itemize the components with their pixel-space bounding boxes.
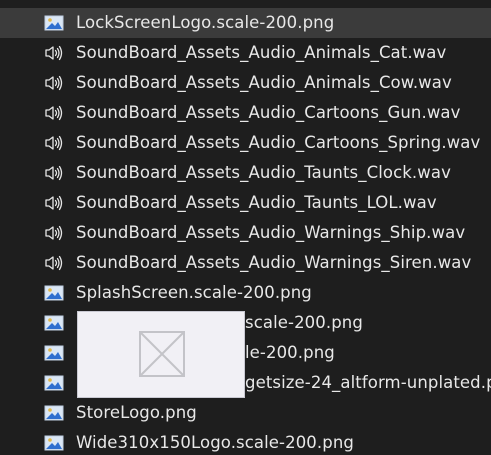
- image-file-icon: [44, 285, 64, 301]
- file-row-storelogo[interactable]: StoreLogo.png: [0, 398, 491, 428]
- file-name: Wide310x150Logo.scale-200.png: [76, 433, 354, 452]
- file-name: scale-200.png: [245, 313, 363, 332]
- image-file-icon: [44, 315, 64, 331]
- file-row-image[interactable]: le-200.png: [0, 338, 491, 368]
- image-file-icon: [44, 435, 64, 451]
- file-name: SplashScreen.scale-200.png: [76, 283, 312, 302]
- file-name: SoundBoard_Assets_Audio_Warnings_Ship.wa…: [76, 223, 466, 242]
- file-row-audio[interactable]: SoundBoard_Assets_Audio_Warnings_Siren.w…: [0, 248, 491, 278]
- image-file-icon: [44, 375, 64, 391]
- audio-file-icon: [45, 165, 63, 181]
- file-name: LockScreenLogo.scale-200.png: [76, 13, 335, 32]
- file-name: SoundBoard_Assets_Audio_Animals_Cow.wav: [76, 73, 452, 92]
- file-name: StoreLogo.png: [76, 403, 197, 422]
- image-file-icon: [44, 405, 64, 421]
- audio-file-icon: [45, 105, 63, 121]
- file-row-audio[interactable]: SoundBoard_Assets_Audio_Cartoons_Spring.…: [0, 128, 491, 158]
- file-name: getsize-24_altform-unplated.pn: [245, 373, 491, 392]
- audio-file-icon: [45, 225, 63, 241]
- audio-file-icon: [45, 45, 63, 61]
- file-row-audio[interactable]: SoundBoard_Assets_Audio_Cartoons_Gun.wav: [0, 98, 491, 128]
- file-row-audio[interactable]: SoundBoard_Assets_Audio_Warnings_Ship.wa…: [0, 218, 491, 248]
- file-row-image[interactable]: getsize-24_altform-unplated.pn: [0, 368, 491, 398]
- file-row-audio[interactable]: SoundBoard_Assets_Audio_Taunts_Clock.wav: [0, 158, 491, 188]
- file-name: SoundBoard_Assets_Audio_Animals_Cat.wav: [76, 43, 447, 62]
- file-row-lockscreenlogo[interactable]: LockScreenLogo.scale-200.png: [0, 8, 491, 38]
- solution-explorer-file-list: LockScreenLogo.scale-200.png SoundBoard_…: [0, 0, 491, 455]
- file-name: le-200.png: [245, 343, 335, 362]
- image-preview-tooltip: [77, 311, 245, 398]
- audio-file-icon: [45, 255, 63, 271]
- file-row-splashscreen[interactable]: SplashScreen.scale-200.png: [0, 278, 491, 308]
- file-row-image[interactable]: scale-200.png: [0, 308, 491, 338]
- file-name: SoundBoard_Assets_Audio_Taunts_Clock.wav: [76, 163, 451, 182]
- file-row-audio[interactable]: SoundBoard_Assets_Audio_Animals_Cow.wav: [0, 68, 491, 98]
- broken-image-icon: [139, 331, 185, 377]
- audio-file-icon: [45, 75, 63, 91]
- file-name: SoundBoard_Assets_Audio_Taunts_LOL.wav: [76, 193, 437, 212]
- image-file-icon: [44, 15, 64, 31]
- file-name: SoundBoard_Assets_Audio_Warnings_Siren.w…: [76, 253, 472, 272]
- file-name: SoundBoard_Assets_Audio_Cartoons_Gun.wav: [76, 103, 461, 122]
- file-row-widelogo[interactable]: Wide310x150Logo.scale-200.png: [0, 428, 491, 455]
- file-name: SoundBoard_Assets_Audio_Cartoons_Spring.…: [76, 133, 481, 152]
- file-row-audio[interactable]: SoundBoard_Assets_Audio_Animals_Cat.wav: [0, 38, 491, 68]
- image-file-icon: [44, 345, 64, 361]
- audio-file-icon: [45, 135, 63, 151]
- file-row-audio[interactable]: SoundBoard_Assets_Audio_Taunts_LOL.wav: [0, 188, 491, 218]
- audio-file-icon: [45, 195, 63, 211]
